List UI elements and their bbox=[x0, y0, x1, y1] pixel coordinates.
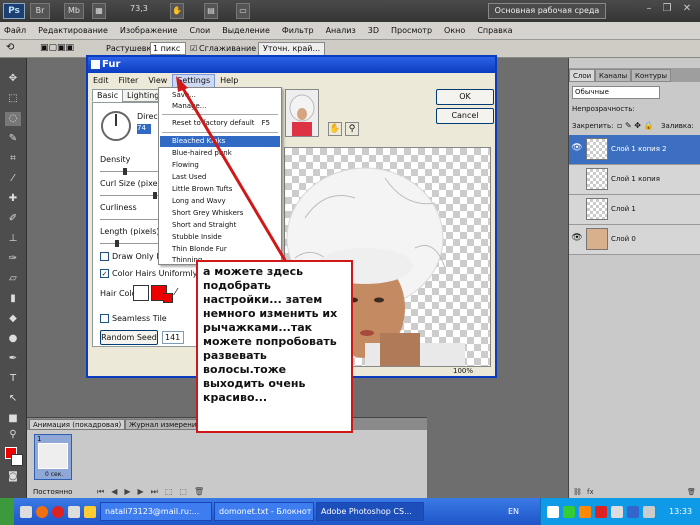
language-indicator[interactable]: EN bbox=[508, 507, 519, 516]
tray-icon[interactable] bbox=[547, 506, 559, 518]
taskbar-button-photoshop[interactable]: Adobe Photoshop CS... bbox=[316, 502, 424, 521]
start-button[interactable] bbox=[0, 498, 14, 525]
clock: 13:33 bbox=[669, 507, 693, 516]
taskbar-button-browser[interactable]: natali73123@mail.ru:... bbox=[100, 502, 212, 521]
tray-icon[interactable] bbox=[595, 506, 607, 518]
opera-icon[interactable] bbox=[52, 506, 64, 518]
folder-icon[interactable] bbox=[84, 506, 96, 518]
browser-icon[interactable] bbox=[36, 506, 48, 518]
tray-icon[interactable] bbox=[627, 506, 639, 518]
tray-icon[interactable] bbox=[611, 506, 623, 518]
annotation-textbox: а можете здесь подобрать настройки... за… bbox=[196, 260, 353, 433]
speaker-icon[interactable] bbox=[643, 506, 655, 518]
tray-icon[interactable] bbox=[563, 506, 575, 518]
app-icon[interactable] bbox=[68, 506, 80, 518]
tray-icon[interactable] bbox=[579, 506, 591, 518]
taskbar-button-notepad[interactable]: domonet.txt - Блокнот bbox=[214, 502, 314, 521]
desktop-icon[interactable] bbox=[20, 506, 32, 518]
system-tray: 13:33 bbox=[540, 498, 700, 525]
windows-taskbar: natali73123@mail.ru:... domonet.txt - Бл… bbox=[0, 498, 700, 525]
